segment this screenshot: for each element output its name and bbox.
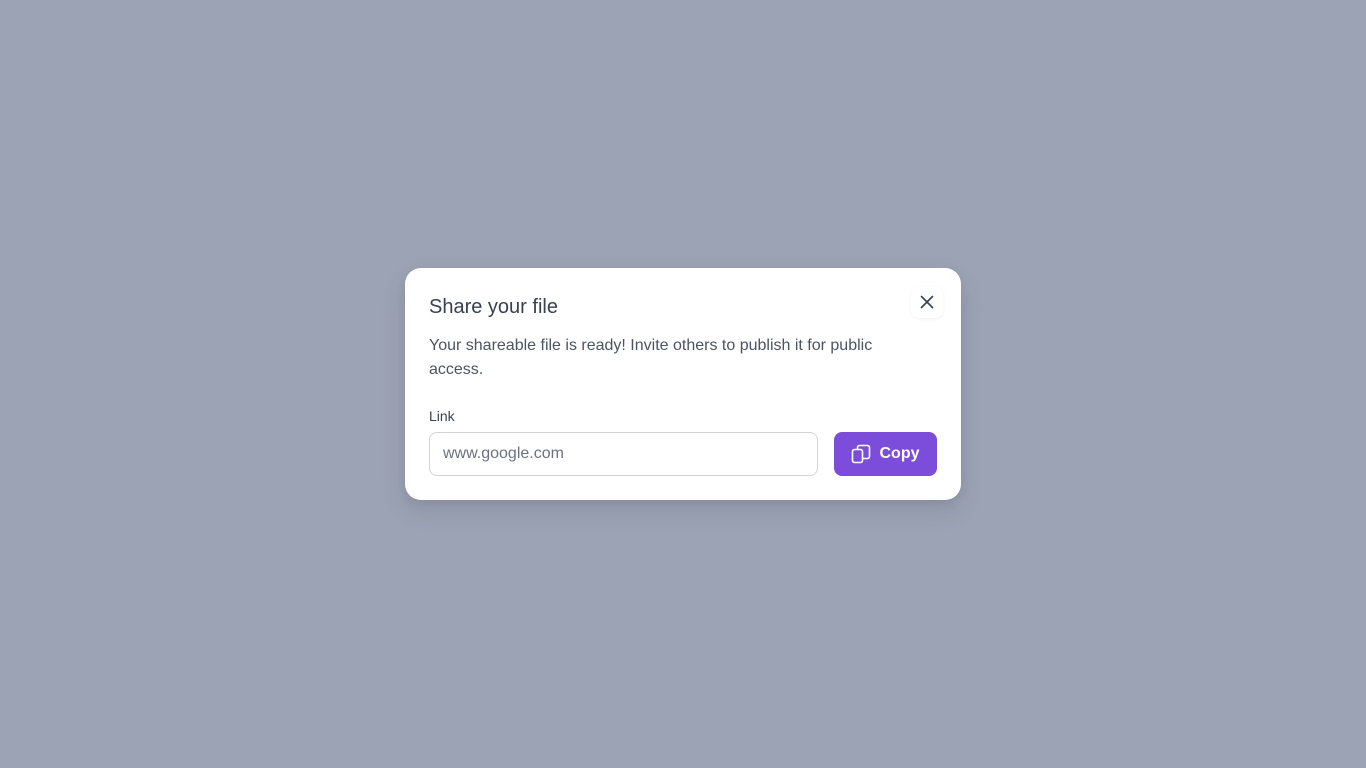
share-file-dialog: Share your file Your shareable file is r… — [405, 268, 961, 500]
close-icon — [919, 294, 935, 310]
dialog-description: Your shareable file is ready! Invite oth… — [429, 337, 873, 378]
copy-button[interactable]: Copy — [834, 432, 937, 476]
link-label: Link — [429, 408, 455, 424]
link-input[interactable] — [429, 432, 818, 476]
close-button[interactable] — [911, 286, 943, 318]
copy-icon — [850, 443, 872, 465]
dialog-title: Share your file — [429, 296, 558, 318]
copy-button-label: Copy — [879, 445, 920, 462]
